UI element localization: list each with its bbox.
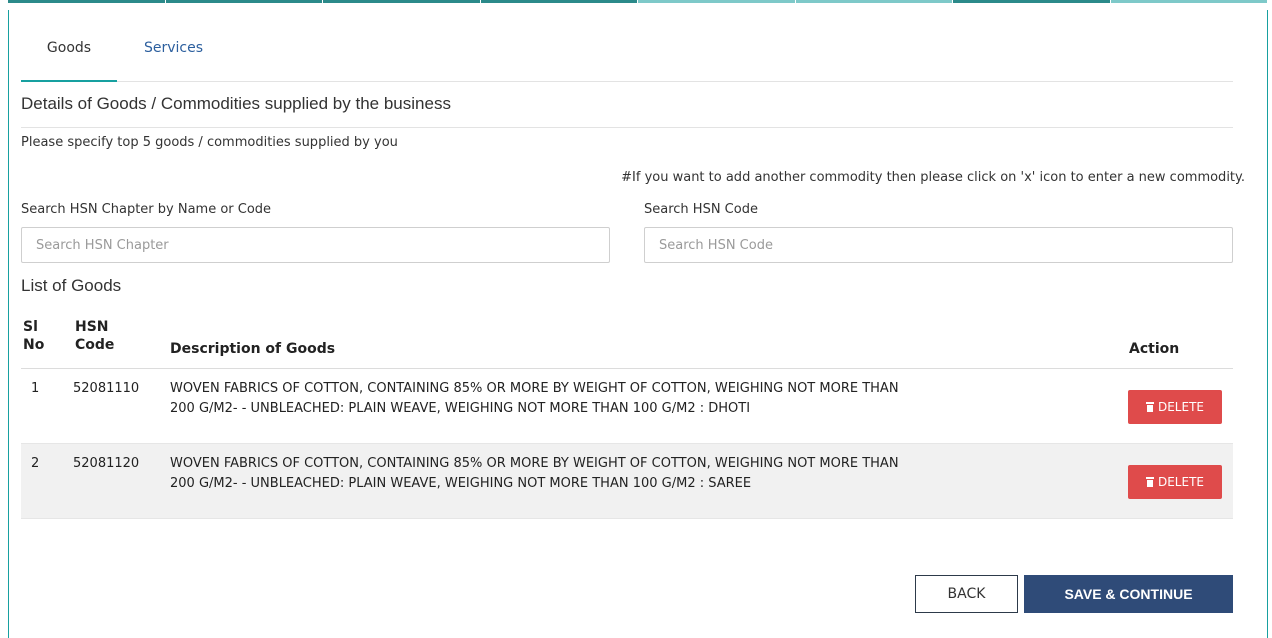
progress-segment	[165, 0, 323, 3]
header-hsn-code: HSN Code	[75, 318, 135, 354]
progress-segment	[8, 0, 166, 3]
note-text: #If you want to add another commodity th…	[621, 170, 1245, 185]
row-hsn-code: 52081120	[73, 456, 140, 471]
delete-button[interactable]: DELETE	[1128, 465, 1222, 499]
table-row: 1 52081110 WOVEN FABRICS OF COTTON, CONT…	[21, 369, 1233, 444]
header-hsn-line1: HSN	[75, 319, 109, 335]
header-sl-line1: Sl	[23, 319, 38, 335]
tab-goods[interactable]: Goods	[21, 36, 117, 82]
search-hsn-code-label: Search HSN Code	[644, 202, 758, 217]
header-sl-no: Sl No	[23, 318, 57, 354]
progress-segment	[953, 0, 1111, 3]
delete-button[interactable]: DELETE	[1128, 390, 1222, 424]
table-row: 2 52081120 WOVEN FABRICS OF COTTON, CONT…	[21, 444, 1233, 519]
progress-segment	[1110, 0, 1268, 3]
progress-segment	[638, 0, 796, 3]
back-button[interactable]: BACK	[915, 575, 1018, 613]
search-hsn-chapter-label: Search HSN Chapter by Name or Code	[21, 202, 272, 217]
header-description: Description of Goods	[170, 341, 336, 357]
tab-bar: Goods Services	[21, 36, 1233, 82]
header-sl-line2: No	[23, 337, 45, 353]
progress-segment	[795, 0, 953, 3]
search-hsn-code-input[interactable]	[644, 227, 1233, 263]
top-progress-bar	[8, 0, 1268, 10]
tab-services[interactable]: Services	[144, 36, 214, 82]
row-sl-no: 2	[31, 456, 40, 471]
row-description-line: 200 G/M2- - UNBLEACHED: PLAIN WEAVE, WEI…	[170, 476, 752, 491]
delete-label: DELETE	[1157, 400, 1204, 414]
row-hsn-code: 52081110	[73, 381, 140, 396]
row-description-line: 200 G/M2- - UNBLEACHED: PLAIN WEAVE, WEI…	[170, 401, 751, 416]
progress-segment	[480, 0, 638, 3]
instruction-text: Please specify top 5 goods / commodities…	[21, 135, 398, 150]
row-description: WOVEN FABRICS OF COTTON, CONTAINING 85% …	[170, 379, 1100, 419]
trash-icon	[1145, 402, 1154, 412]
row-sl-no: 1	[31, 381, 40, 396]
row-description-line: WOVEN FABRICS OF COTTON, CONTAINING 85% …	[170, 456, 899, 471]
section-title: Details of Goods / Commodities supplied …	[21, 92, 1233, 128]
goods-table: Sl No HSN Code Description of Goods Acti…	[21, 308, 1233, 519]
progress-segment	[323, 0, 481, 3]
header-action: Action	[1129, 341, 1180, 357]
search-hsn-chapter-input[interactable]	[21, 227, 610, 263]
table-header: Sl No HSN Code Description of Goods Acti…	[21, 308, 1233, 369]
save-continue-button[interactable]: SAVE & CONTINUE	[1024, 575, 1233, 613]
row-description: WOVEN FABRICS OF COTTON, CONTAINING 85% …	[170, 454, 1100, 494]
trash-icon	[1145, 477, 1154, 487]
header-hsn-line2: Code	[75, 337, 115, 353]
list-of-goods-title: List of Goods	[21, 276, 122, 295]
delete-label: DELETE	[1157, 475, 1204, 489]
row-description-line: WOVEN FABRICS OF COTTON, CONTAINING 85% …	[170, 381, 899, 396]
